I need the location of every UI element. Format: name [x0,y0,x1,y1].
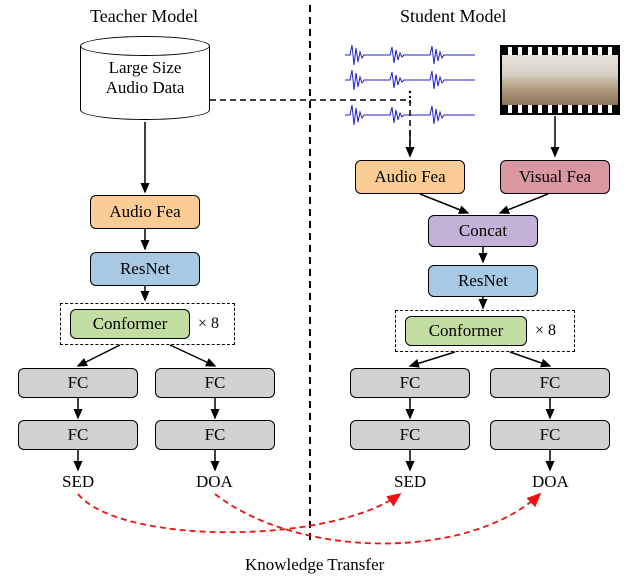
teacher-conformer-repeat: × 8 [198,315,219,333]
student-title: Student Model [400,6,507,27]
student-fc-doa-2: FC [490,420,610,450]
teacher-doa: DOA [196,472,233,492]
teacher-fc-sed-2: FC [18,420,138,450]
student-resnet: ResNet [428,265,538,297]
teacher-conformer: Conformer [70,309,190,339]
student-fc-sed-1: FC [350,368,470,398]
db-label-2: Audio Data [106,78,185,98]
student-conformer-repeat: × 8 [535,322,556,340]
teacher-audio-fea: Audio Fea [90,195,200,229]
db-label-1: Large Size [109,58,182,78]
student-doa: DOA [532,472,569,492]
student-fc-doa-1: FC [490,368,610,398]
knowledge-transfer-label: Knowledge Transfer [245,555,384,575]
teacher-resnet: ResNet [90,252,200,286]
student-visual-fea: Visual Fea [500,160,610,194]
student-fc-sed-2: FC [350,420,470,450]
student-sed: SED [394,472,426,492]
teacher-fc-doa-1: FC [155,368,275,398]
student-concat: Concat [428,215,538,247]
teacher-fc-doa-2: FC [155,420,275,450]
waveform-icon [340,40,480,130]
teacher-fc-sed-1: FC [18,368,138,398]
student-audio-fea: Audio Fea [355,160,465,194]
teacher-title: Teacher Model [90,6,198,27]
audio-db-icon: Large Size Audio Data [80,36,210,120]
diagram-canvas: Teacher Model Student Model Large Size A… [0,0,640,582]
teacher-sed: SED [62,472,94,492]
video-frame-icon [500,45,620,115]
student-conformer: Conformer [405,316,527,346]
